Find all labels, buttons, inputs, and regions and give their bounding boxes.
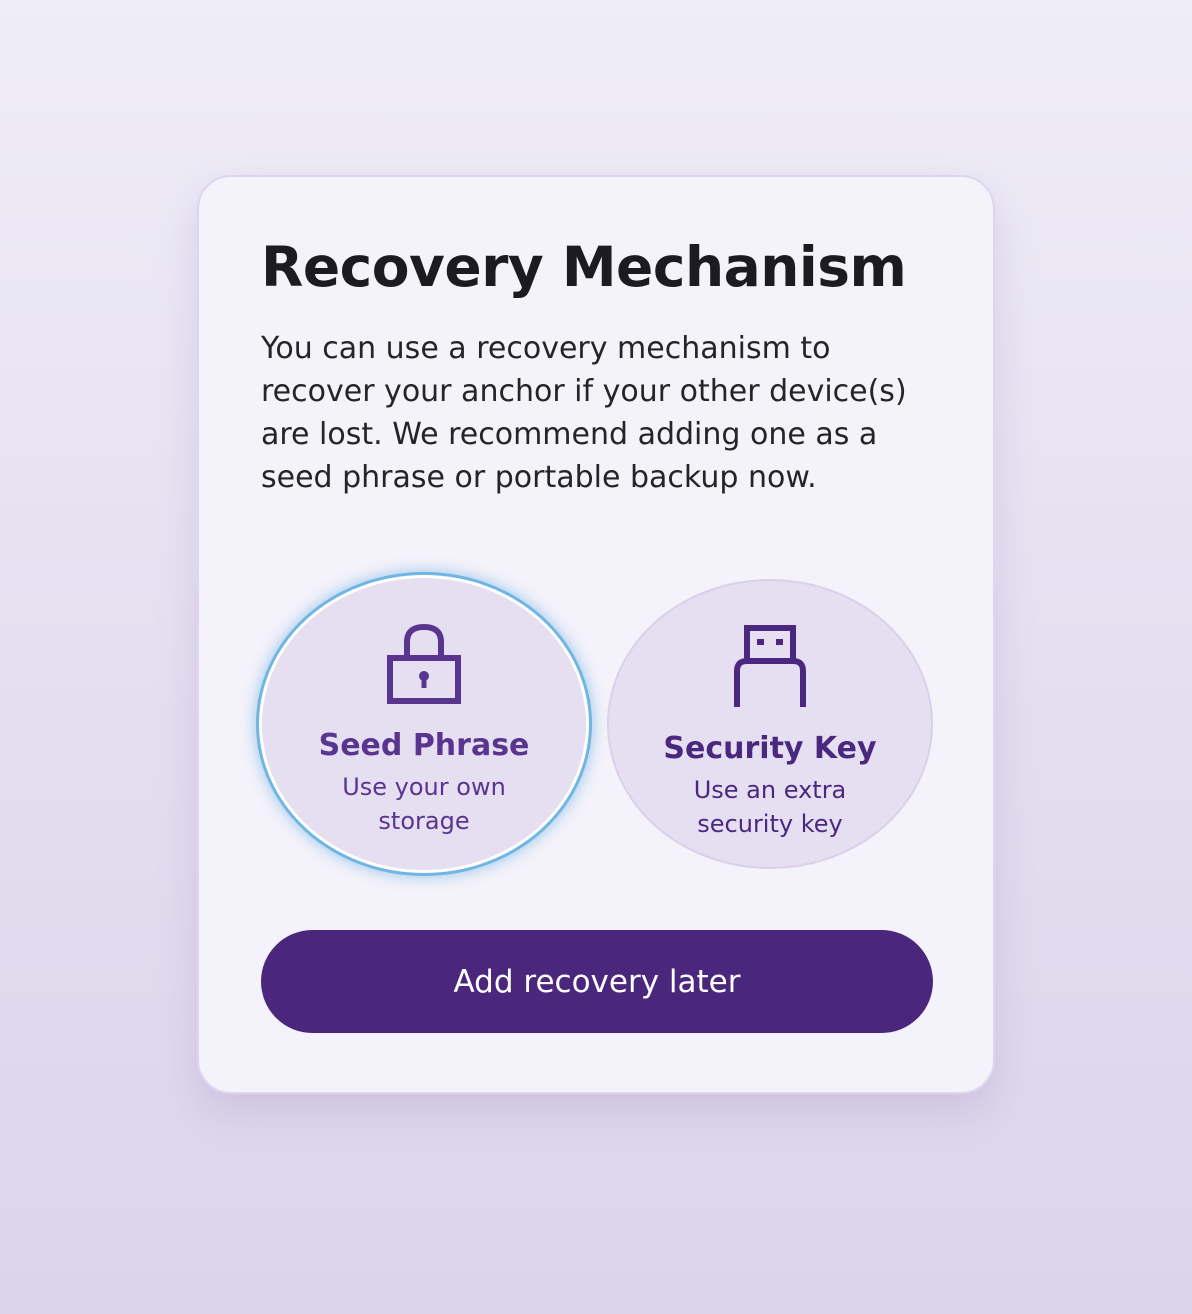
seed-phrase-option[interactable]: Seed Phrase Use your own storage bbox=[259, 575, 589, 873]
security-key-title: Security Key bbox=[663, 731, 877, 766]
lock-icon bbox=[387, 623, 461, 704]
seed-phrase-title: Seed Phrase bbox=[318, 728, 530, 763]
add-recovery-later-button[interactable]: Add recovery later bbox=[261, 930, 933, 1033]
usb-key-icon bbox=[734, 625, 806, 707]
recovery-card: Recovery Mechanism You can use a recover… bbox=[197, 175, 995, 1094]
description-text: You can use a recovery mechanism to reco… bbox=[261, 331, 907, 495]
page-title: Recovery Mechanism bbox=[261, 235, 907, 299]
seed-phrase-subtitle: Use your own storage bbox=[342, 773, 506, 835]
security-key-subtitle: Use an extra security key bbox=[693, 776, 847, 838]
security-key-option[interactable]: Security Key Use an extra security key bbox=[607, 579, 933, 869]
